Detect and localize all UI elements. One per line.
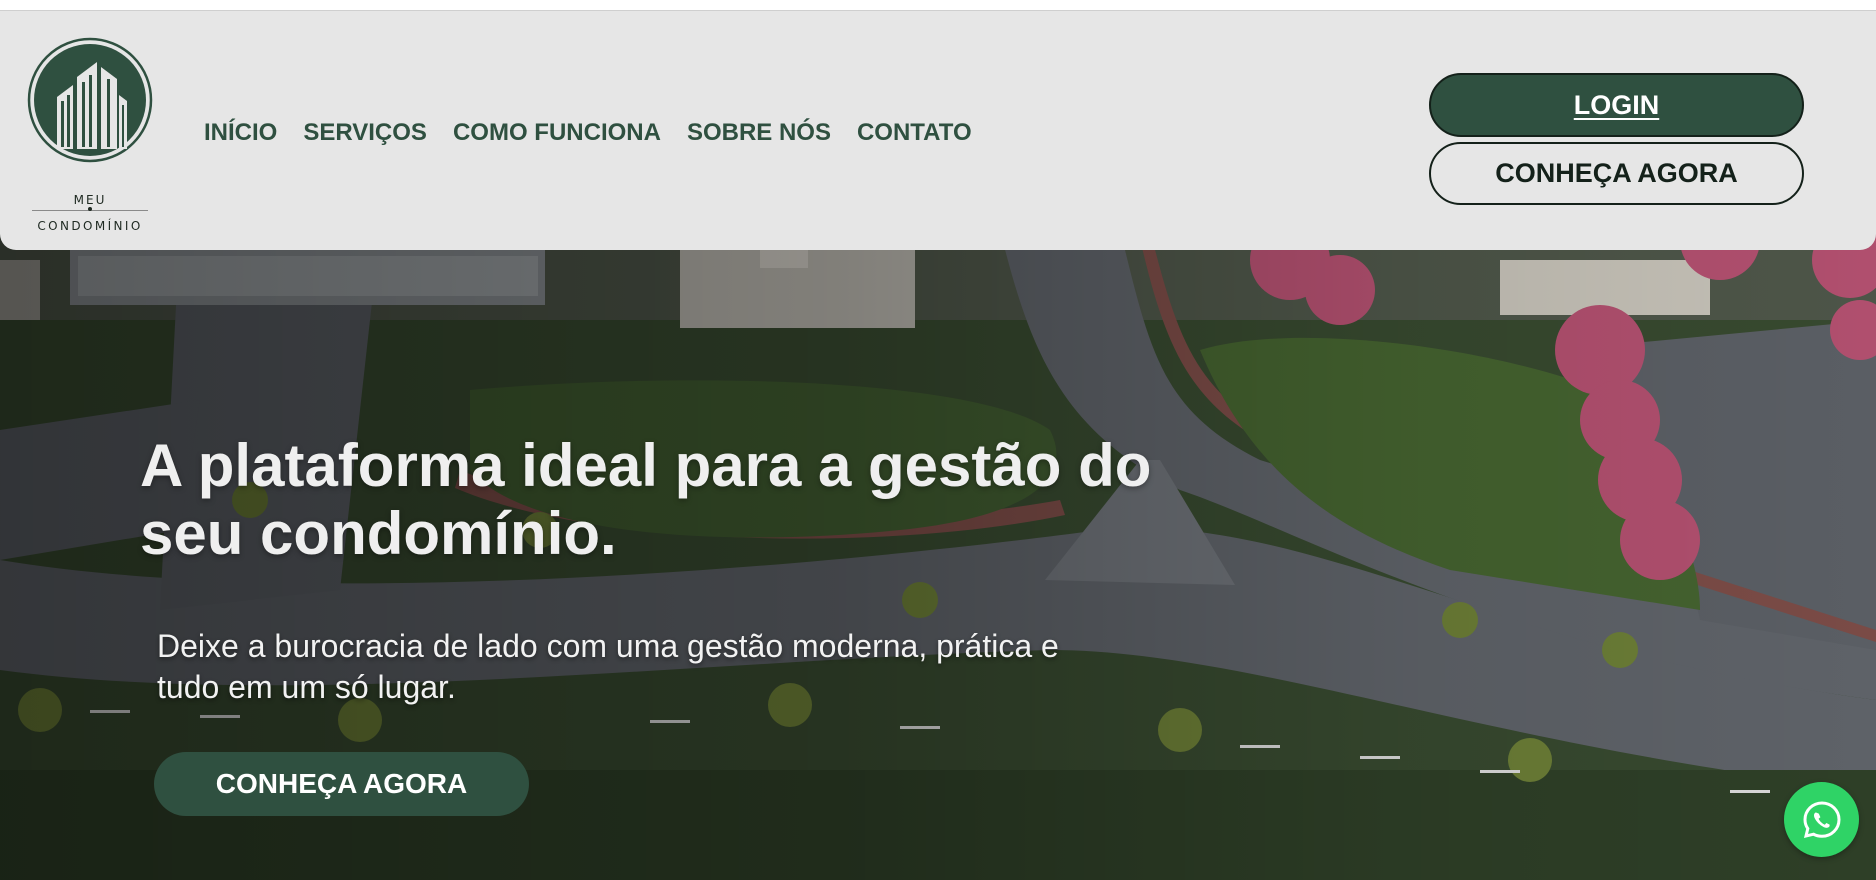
- nav-item-sobre-nos[interactable]: SOBRE NÓS: [687, 119, 831, 147]
- building-emblem-icon: [27, 37, 153, 163]
- nav-item-inicio[interactable]: INÍCIO: [204, 119, 277, 147]
- main-nav: INÍCIO SERVIÇOS COMO FUNCIONA SOBRE NÓS …: [204, 119, 972, 147]
- brand-logo[interactable]: MEU CONDOMÍNIO: [26, 37, 156, 233]
- site-header: MEU CONDOMÍNIO INÍCIO SERVIÇOS COMO FUNC…: [0, 11, 1876, 250]
- nav-item-como-funciona[interactable]: COMO FUNCIONA: [453, 119, 661, 147]
- hero-subtitle: Deixe a burocracia de lado com uma gestã…: [157, 628, 1059, 705]
- hero-know-now-button[interactable]: CONHEÇA AGORA: [154, 752, 529, 816]
- hero-title: A plataforma ideal para a gestão do seu …: [140, 432, 1152, 567]
- whatsapp-icon: [1802, 800, 1841, 838]
- nav-item-servicos[interactable]: SERVIÇOS: [303, 119, 427, 147]
- brand-name-top: MEU: [73, 193, 107, 207]
- brand-name-bottom: CONDOMÍNIO: [37, 219, 143, 233]
- login-button[interactable]: LOGIN: [1429, 73, 1804, 137]
- logo-dot: [88, 207, 92, 211]
- whatsapp-button[interactable]: [1784, 782, 1859, 857]
- header-know-now-button[interactable]: CONHEÇA AGORA: [1429, 142, 1804, 205]
- nav-item-contato[interactable]: CONTATO: [857, 119, 972, 147]
